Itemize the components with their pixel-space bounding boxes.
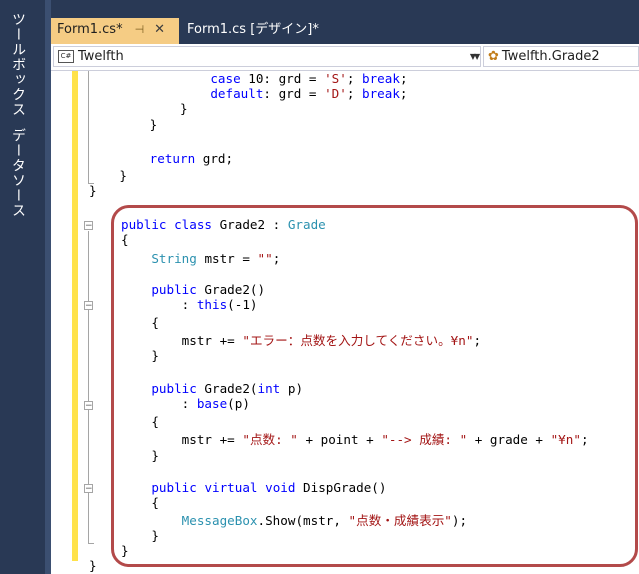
code-text: default: grd = 'D'; break; bbox=[210, 86, 408, 101]
code-line: } bbox=[89, 183, 97, 198]
outline-line bbox=[88, 231, 89, 543]
close-icon[interactable]: ✕ bbox=[154, 22, 165, 37]
collapse-icon[interactable]: − bbox=[84, 221, 93, 231]
code-line: public Grade2(int p) bbox=[121, 381, 303, 396]
code-text: public Grade2(int p) bbox=[151, 381, 304, 396]
code-text: } bbox=[121, 448, 159, 463]
code-text: } bbox=[89, 558, 97, 573]
code-editor[interactable]: − − − − case 10: grd = 'S'; break; defau… bbox=[51, 71, 639, 574]
code-text: : base(p) bbox=[121, 396, 250, 411]
code-line: default: grd = 'D'; break; bbox=[89, 86, 408, 101]
class-icon: ✿ bbox=[488, 49, 499, 64]
tab-label: Form1.cs [デザイン]* bbox=[187, 22, 319, 37]
code-text: } bbox=[89, 183, 97, 198]
collapse-icon[interactable]: − bbox=[84, 301, 93, 311]
code-text: mstr += "エラー：点数を入力してください。¥n"; bbox=[181, 333, 482, 348]
code-line: { bbox=[121, 315, 159, 330]
code-line: case 10: grd = 'S'; break; bbox=[89, 71, 408, 86]
code-line: : this(-1) bbox=[121, 297, 258, 312]
toolbox-tab[interactable]: ツールボックス bbox=[8, 12, 28, 117]
code-line: } bbox=[121, 543, 129, 558]
code-line: } bbox=[89, 117, 158, 132]
code-line: String mstr = ""; bbox=[121, 251, 280, 266]
code-text: { bbox=[121, 495, 159, 510]
change-tracking-bar bbox=[72, 71, 78, 561]
code-text: { bbox=[121, 315, 159, 330]
code-line: : base(p) bbox=[121, 396, 250, 411]
navigation-bar: C# Twelfth ▼ ▼ ✿ Twelfth.Grade2 bbox=[51, 44, 639, 71]
code-line: { bbox=[121, 414, 159, 429]
code-line: { bbox=[121, 232, 129, 247]
code-text: { bbox=[121, 232, 129, 247]
side-panel: ツールボックス データソース bbox=[0, 0, 45, 574]
code-text: } bbox=[89, 168, 127, 183]
project-dropdown[interactable]: C# Twelfth ▼ bbox=[53, 46, 481, 67]
code-text: } bbox=[89, 101, 188, 116]
code-text: case 10: grd = 'S'; break; bbox=[210, 71, 408, 86]
code-text: : this(-1) bbox=[121, 297, 258, 312]
code-text: } bbox=[121, 348, 159, 363]
code-text: } bbox=[121, 528, 159, 543]
collapse-icon[interactable]: − bbox=[84, 401, 93, 411]
code-line: { bbox=[121, 495, 159, 510]
datasource-tab[interactable]: データソース bbox=[8, 128, 28, 218]
pin-icon[interactable]: ⊣ bbox=[135, 23, 145, 36]
code-line: MessageBox.Show(mstr, "点数・成績表示"); bbox=[121, 513, 467, 528]
project-dropdown-value: Twelfth bbox=[78, 49, 124, 64]
class-dropdown[interactable]: ▼ ✿ Twelfth.Grade2 bbox=[474, 46, 639, 67]
outline-end bbox=[88, 543, 94, 544]
class-dropdown-value: Twelfth.Grade2 bbox=[501, 49, 600, 64]
tab-form1-cs[interactable]: Form1.cs* ⊣ ✕ bbox=[51, 18, 179, 44]
code-line: } bbox=[89, 168, 127, 183]
collapse-icon[interactable]: − bbox=[84, 484, 93, 494]
code-line: } bbox=[121, 448, 159, 463]
code-text: public class Grade2 : Grade bbox=[121, 217, 326, 232]
code-line: mstr += "エラー：点数を入力してください。¥n"; bbox=[121, 333, 481, 348]
code-text: return grd; bbox=[149, 151, 234, 166]
code-text: MessageBox.Show(mstr, "点数・成績表示"); bbox=[181, 513, 468, 528]
code-text: { bbox=[121, 414, 159, 429]
code-line: } bbox=[121, 528, 159, 543]
code-line: public virtual void DispGrade() bbox=[121, 480, 386, 495]
code-text: String mstr = ""; bbox=[151, 251, 281, 266]
code-text: public Grade2() bbox=[151, 282, 266, 297]
tab-form1-design[interactable]: Form1.cs [デザイン]* bbox=[181, 18, 325, 44]
code-text: mstr += "点数: " + point + "--> 成績: " + gr… bbox=[181, 432, 589, 447]
code-line: public Grade2() bbox=[121, 282, 265, 297]
code-text: } bbox=[89, 117, 158, 132]
csharp-project-icon: C# bbox=[58, 50, 74, 63]
code-line: public class Grade2 : Grade bbox=[121, 217, 326, 232]
chevron-down-icon: ▼ bbox=[474, 52, 481, 61]
code-line: } bbox=[89, 101, 188, 116]
document-tab-bar: Form1.cs* ⊣ ✕ Form1.cs [デザイン]* bbox=[51, 0, 639, 44]
code-text: } bbox=[121, 543, 129, 558]
code-line: } bbox=[121, 348, 159, 363]
tab-label: Form1.cs* bbox=[57, 22, 123, 37]
code-line: mstr += "点数: " + point + "--> 成績: " + gr… bbox=[121, 432, 589, 447]
code-text: public virtual void DispGrade() bbox=[151, 480, 387, 495]
code-line: return grd; bbox=[89, 151, 233, 166]
code-line: } bbox=[89, 558, 97, 573]
